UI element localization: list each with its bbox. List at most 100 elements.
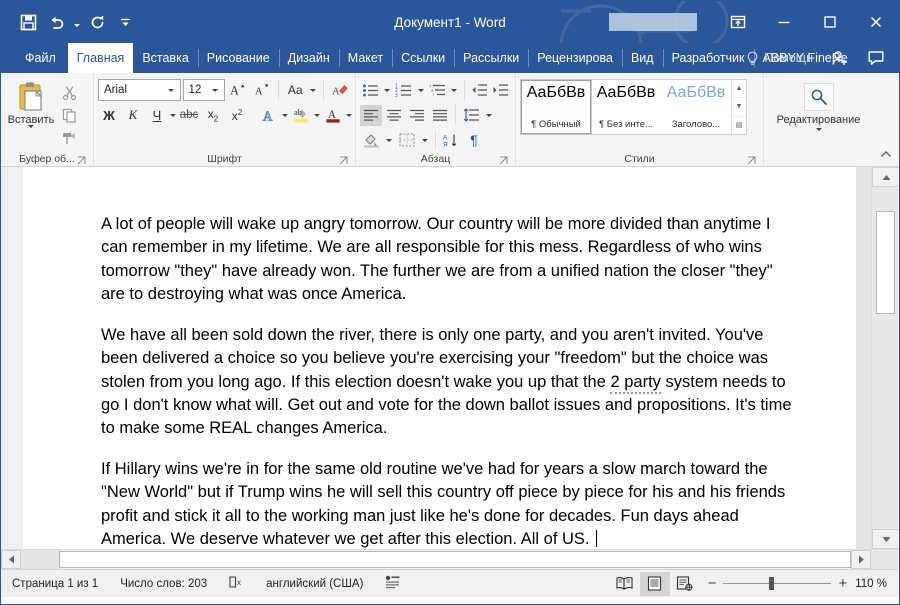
text-effects-button[interactable]: A: [258, 104, 280, 126]
decrease-indent-button[interactable]: [469, 80, 490, 101]
bullets-button[interactable]: [360, 80, 381, 101]
ribbon-display-options-icon[interactable]: [715, 1, 761, 43]
underline-button[interactable]: Ч: [146, 104, 168, 126]
borders-dropdown-icon[interactable]: [419, 129, 431, 151]
undo-icon[interactable]: [43, 9, 69, 35]
scroll-left-icon[interactable]: [1, 550, 21, 569]
print-layout-button[interactable]: [639, 571, 670, 596]
paragraph-dialog-launcher-icon[interactable]: [497, 154, 509, 166]
font-size-combo[interactable]: 12: [182, 79, 226, 101]
clear-formatting-button[interactable]: A: [329, 79, 351, 101]
horizontal-scrollbar[interactable]: [1, 549, 899, 569]
grow-font-button[interactable]: A: [227, 79, 249, 101]
proofing-errors-icon[interactable]: x: [229, 575, 244, 592]
paste-button[interactable]: Вставить: [5, 79, 57, 128]
align-right-button[interactable]: [406, 105, 428, 126]
text-highlight-button[interactable]: ab: [290, 104, 312, 126]
tab-view[interactable]: Вид: [621, 43, 663, 73]
tab-design[interactable]: Дизайн: [278, 43, 339, 73]
line-spacing-dropdown-icon[interactable]: [483, 104, 495, 126]
shading-button[interactable]: [360, 130, 382, 151]
tab-draw[interactable]: Рисование: [197, 43, 279, 73]
style-item-heading[interactable]: АаБбВв Заголово...: [661, 80, 731, 134]
numbering-button[interactable]: 1 2 3: [394, 80, 415, 101]
save-icon[interactable]: [15, 9, 41, 35]
superscript-button[interactable]: x2: [226, 104, 248, 126]
minimize-icon[interactable]: [761, 1, 807, 43]
paragraph-3[interactable]: If Hillary wins we're in for the same ol…: [101, 458, 794, 549]
editing-button[interactable]: Редактирование: [768, 79, 869, 131]
align-center-button[interactable]: [383, 105, 405, 126]
grammar-error-text[interactable]: 2 party: [610, 372, 661, 394]
underline-dropdown-icon[interactable]: [170, 104, 176, 126]
zoom-level-label[interactable]: 110 %: [855, 578, 895, 590]
horizontal-scroll-thumb[interactable]: [59, 551, 851, 568]
numbering-dropdown-icon[interactable]: [415, 79, 426, 101]
tell-me-search[interactable]: Помощн: [738, 51, 821, 66]
accessibility-indicator[interactable]: [374, 575, 411, 592]
multilevel-list-dropdown-icon[interactable]: [449, 79, 460, 101]
change-case-button[interactable]: Aa: [284, 79, 306, 101]
document-text[interactable]: A lot of people will wake up angry tomor…: [23, 167, 856, 549]
proofing-status[interactable]: x: [218, 575, 255, 592]
font-name-dropdown-icon[interactable]: [164, 88, 178, 92]
format-painter-icon[interactable]: [57, 128, 81, 149]
justify-button[interactable]: [429, 105, 451, 126]
zoom-out-button[interactable]: −: [708, 576, 717, 591]
italic-button[interactable]: К: [122, 104, 144, 126]
text-highlight-dropdown-icon[interactable]: [314, 104, 320, 126]
bullets-dropdown-icon[interactable]: [382, 79, 393, 101]
tab-layout[interactable]: Макет: [338, 43, 392, 73]
hscroll-track-left[interactable]: [21, 550, 59, 569]
tab-insert[interactable]: Вставка: [133, 43, 197, 73]
zoom-slider[interactable]: [723, 577, 832, 590]
editing-dropdown-icon[interactable]: [815, 128, 822, 131]
collapse-ribbon-icon[interactable]: [879, 148, 893, 162]
styles-scroll-down-icon[interactable]: ▼: [732, 98, 746, 117]
vertical-scrollbar[interactable]: [871, 167, 899, 549]
shrink-font-button[interactable]: A: [251, 79, 273, 101]
tab-mailings[interactable]: Рассылки: [454, 43, 528, 73]
borders-button[interactable]: [396, 130, 418, 151]
redo-icon[interactable]: [84, 9, 110, 35]
close-icon[interactable]: [853, 1, 899, 43]
bold-button[interactable]: Ж: [98, 104, 120, 126]
multilevel-list-button[interactable]: 1 a i: [427, 80, 448, 101]
search-icon[interactable]: [803, 83, 834, 111]
cut-icon[interactable]: [57, 82, 81, 103]
align-left-button[interactable]: [360, 104, 382, 126]
comments-icon[interactable]: [859, 43, 893, 73]
tab-home[interactable]: Главная: [67, 43, 134, 73]
maximize-icon[interactable]: [807, 1, 853, 43]
style-item-no-spacing[interactable]: АаБбВв ¶ Без инте...: [591, 80, 661, 134]
accessibility-icon[interactable]: [385, 575, 400, 592]
scroll-up-icon[interactable]: [872, 167, 899, 187]
page-indicator[interactable]: Страница 1 из 1: [1, 578, 109, 590]
styles-dialog-launcher-icon[interactable]: [745, 154, 757, 166]
change-case-dropdown-icon[interactable]: [308, 79, 318, 101]
style-item-normal[interactable]: АаБбВв ¶ Обычный: [520, 79, 592, 135]
scroll-right-icon[interactable]: [851, 550, 871, 569]
tab-review[interactable]: Рецензирова: [528, 43, 622, 73]
paste-dropdown-icon[interactable]: [28, 125, 34, 128]
font-dialog-launcher-icon[interactable]: [337, 154, 349, 166]
undo-dropdown-icon[interactable]: [71, 9, 82, 35]
strikethrough-button[interactable]: abc: [178, 104, 200, 126]
styles-scroll-up-icon[interactable]: ▲: [732, 80, 746, 99]
increase-indent-button[interactable]: [491, 80, 512, 101]
font-name-combo[interactable]: Arial: [98, 79, 181, 101]
web-layout-button[interactable]: [670, 572, 700, 596]
zoom-slider-thumb[interactable]: [769, 577, 775, 590]
show-formatting-marks-button[interactable]: ¶: [463, 130, 485, 151]
styles-more-icon[interactable]: ▤: [732, 117, 746, 134]
line-spacing-button[interactable]: [460, 105, 482, 126]
vertical-scroll-thumb[interactable]: [876, 211, 895, 314]
language-indicator[interactable]: английский (США): [255, 578, 374, 590]
text-effects-dropdown-icon[interactable]: [282, 104, 288, 126]
font-color-dropdown-icon[interactable]: [346, 104, 352, 126]
paragraph-2[interactable]: We have all been sold down the river, th…: [101, 324, 794, 441]
document-page[interactable]: A lot of people will wake up angry tomor…: [23, 167, 856, 549]
subscript-button[interactable]: x2: [202, 104, 224, 126]
customize-qat-icon[interactable]: [112, 9, 138, 35]
copy-icon[interactable]: [57, 105, 81, 126]
